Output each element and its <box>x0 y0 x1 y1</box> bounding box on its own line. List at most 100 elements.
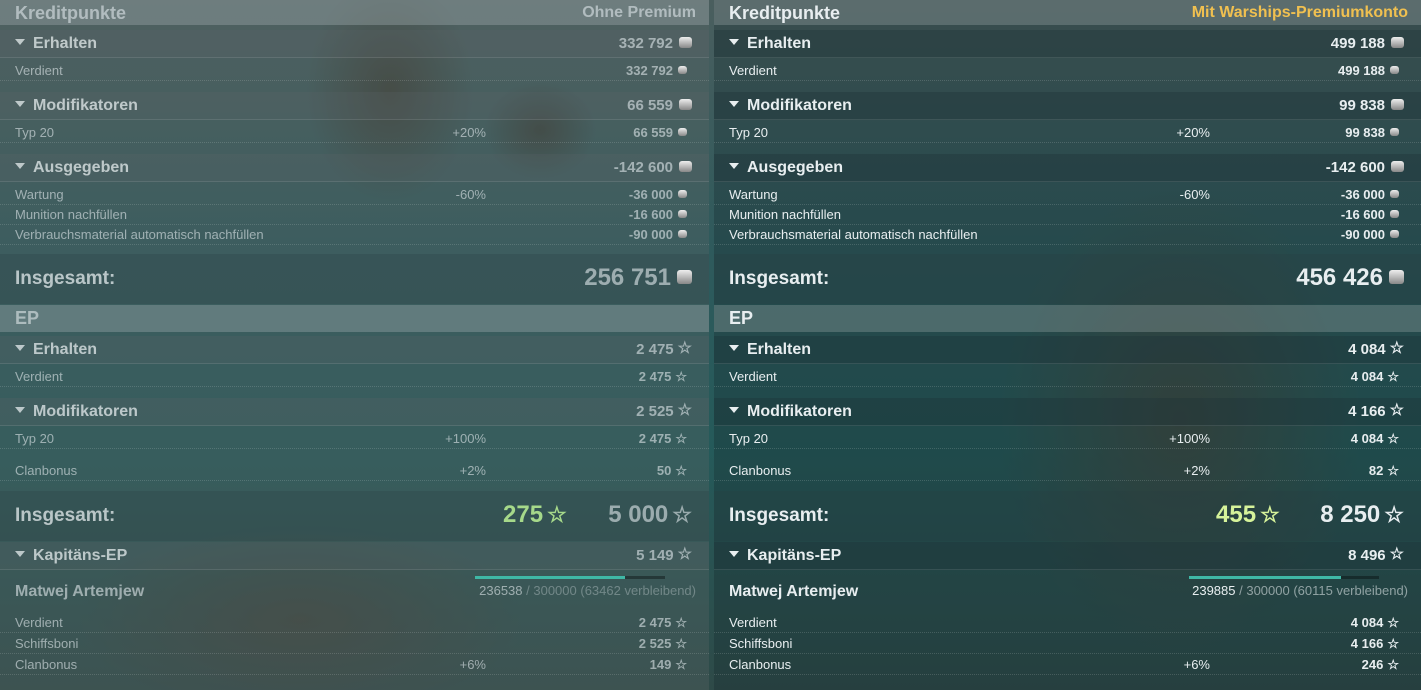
credit-coin-icon <box>678 189 687 198</box>
credits-spent-section-header[interactable]: Ausgegeben -142 600 <box>714 154 1421 182</box>
triangle-down-icon[interactable] <box>729 406 739 413</box>
credits-total-amount: 456 426 <box>1296 264 1383 291</box>
line-item-amount: -16 600 <box>628 207 673 222</box>
triangle-down-icon[interactable] <box>15 38 25 45</box>
star-icon: ☆ <box>1387 615 1399 631</box>
captain-xp-label: Kapitäns-EP <box>33 547 128 564</box>
credits-received-value: 332 792 <box>619 35 692 52</box>
captain-progress-fill <box>475 576 625 579</box>
xp-total-value: 8 250 ☆ <box>1320 501 1404 529</box>
line-item-amount: 99 838 <box>1345 125 1385 140</box>
line-item: Wartung -60% -36 000 <box>0 185 709 205</box>
credits-modifiers-section-title: Modifikatoren <box>15 97 138 115</box>
credits-spent-value: -142 600 <box>1326 159 1404 176</box>
credits-spent-amount: -142 600 <box>1325 159 1385 176</box>
triangle-down-icon[interactable] <box>729 550 739 557</box>
credit-coin-icon <box>679 160 692 172</box>
credit-coin-icon <box>679 36 692 48</box>
line-item-amount: 499 188 <box>1338 63 1385 78</box>
line-item-label: Typ 20 <box>729 125 769 140</box>
line-item-percent: -60% <box>1179 187 1210 202</box>
xp-received-section-title: Erhalten <box>15 341 97 359</box>
xp-modifiers-section-header[interactable]: Modifikatoren 2 525 ☆ <box>0 398 709 426</box>
line-item: Verdient 2 475 ☆ <box>0 367 709 387</box>
credits-received-section-header[interactable]: Erhalten 499 188 <box>714 30 1421 58</box>
credit-coin-icon <box>1391 36 1404 48</box>
line-item-percent: +100% <box>445 431 486 446</box>
line-item-percent: +20% <box>1176 125 1210 140</box>
xp-received-label: Erhalten <box>747 341 812 358</box>
xp-bonus-value: 455 ☆ <box>1216 501 1280 529</box>
credit-coin-icon <box>1390 209 1399 218</box>
line-item-amount: -36 000 <box>628 187 673 202</box>
captain-progress-remaining: / 300000 (63462 verbleibend) <box>522 583 696 598</box>
line-item-label: Verbrauchsmaterial automatisch nachfülle… <box>15 227 264 242</box>
xp-received-section-header[interactable]: Erhalten 2 475 ☆ <box>0 336 709 364</box>
star-icon: ☆ <box>1260 501 1280 527</box>
triangle-down-icon[interactable] <box>15 100 25 107</box>
triangle-down-icon[interactable] <box>15 344 25 351</box>
star-icon: ☆ <box>675 369 687 385</box>
line-item-amount: 4 084 <box>1350 369 1384 384</box>
xp-modifiers-section-title: Modifikatoren <box>729 403 852 421</box>
line-item-label: Verdient <box>729 63 777 78</box>
credits-received-section-header[interactable]: Erhalten 332 792 <box>0 30 709 58</box>
line-item: Typ 20 +100% 2 475 ☆ <box>0 429 709 449</box>
credits-received-label: Erhalten <box>33 35 98 52</box>
line-item-value: 246 ☆ <box>1362 657 1399 672</box>
line-item-label: Wartung <box>729 187 778 202</box>
xp-bonus-value: 275 ☆ <box>503 501 567 529</box>
credits-total-row: Insgesamt: 456 426 <box>714 254 1421 304</box>
line-item: Verdient 2 475 ☆ <box>0 613 709 633</box>
xp-modifiers-amount: 4 166 <box>1348 403 1386 420</box>
credits-modifiers-section-title: Modifikatoren <box>729 97 852 115</box>
triangle-down-icon[interactable] <box>729 162 739 169</box>
triangle-down-icon[interactable] <box>15 550 25 557</box>
line-item-label: Clanbonus <box>15 657 78 672</box>
triangle-down-icon[interactable] <box>15 162 25 169</box>
xp-total-amount: 8 250 <box>1320 501 1381 528</box>
credits-spent-value: -142 600 <box>614 159 692 176</box>
credits-modifiers-section-header[interactable]: Modifikatoren 99 838 <box>714 92 1421 120</box>
credits-modifiers-section-header[interactable]: Modifikatoren 66 559 <box>0 92 709 120</box>
line-item-value: 4 084 ☆ <box>1351 369 1399 384</box>
captain-xp-section-header[interactable]: Kapitäns-EP 5 149 ☆ <box>0 542 709 570</box>
triangle-down-icon[interactable] <box>729 100 739 107</box>
credits-total-value: 456 426 <box>1296 264 1404 292</box>
star-icon: ☆ <box>672 501 692 527</box>
line-item-value: -90 000 <box>1341 227 1399 242</box>
credit-coin-icon <box>678 127 687 136</box>
line-item-amount: -90 000 <box>1340 227 1385 242</box>
xp-received-section-header[interactable]: Erhalten 4 084 ☆ <box>714 336 1421 364</box>
credit-coin-icon <box>1391 98 1404 110</box>
line-item-label: Verdient <box>729 615 777 630</box>
xp-modifiers-value: 2 525 ☆ <box>636 403 692 420</box>
credits-header: Kreditpunkte Mit Warships-Premiumkonto <box>714 0 1421 25</box>
star-icon: ☆ <box>547 501 567 527</box>
line-item-amount: 246 <box>1361 657 1384 672</box>
xp-received-value: 2 475 ☆ <box>636 341 692 358</box>
credits-received-amount: 499 188 <box>1330 35 1385 52</box>
credits-spent-section-header[interactable]: Ausgegeben -142 600 <box>0 154 709 182</box>
line-item-amount: 4 084 <box>1350 431 1384 446</box>
line-item-amount: 50 <box>656 463 672 478</box>
line-item-value: 4 084 ☆ <box>1351 431 1399 446</box>
line-item-label: Verdient <box>729 369 777 384</box>
xp-total-amount: 5 000 <box>608 501 669 528</box>
line-item-label: Munition nachfüllen <box>729 207 842 222</box>
credits-total-row: Insgesamt: 256 751 <box>0 254 709 304</box>
xp-modifiers-label: Modifikatoren <box>747 403 852 420</box>
triangle-down-icon[interactable] <box>729 344 739 351</box>
credits-total-amount: 256 751 <box>584 264 671 291</box>
captain-xp-section-header[interactable]: Kapitäns-EP 8 496 ☆ <box>714 542 1421 570</box>
line-item: Munition nachfüllen -16 600 <box>714 205 1421 225</box>
line-item-value: 2 475 ☆ <box>639 369 687 384</box>
triangle-down-icon[interactable] <box>729 38 739 45</box>
line-item-value: 4 084 ☆ <box>1351 615 1399 630</box>
credits-spent-label: Ausgegeben <box>747 159 844 176</box>
triangle-down-icon[interactable] <box>15 406 25 413</box>
xp-modifiers-section-header[interactable]: Modifikatoren 4 166 ☆ <box>714 398 1421 426</box>
line-item-value: 82 ☆ <box>1369 463 1399 478</box>
credits-received-amount: 332 792 <box>618 35 673 52</box>
line-item-amount: 149 <box>649 657 672 672</box>
